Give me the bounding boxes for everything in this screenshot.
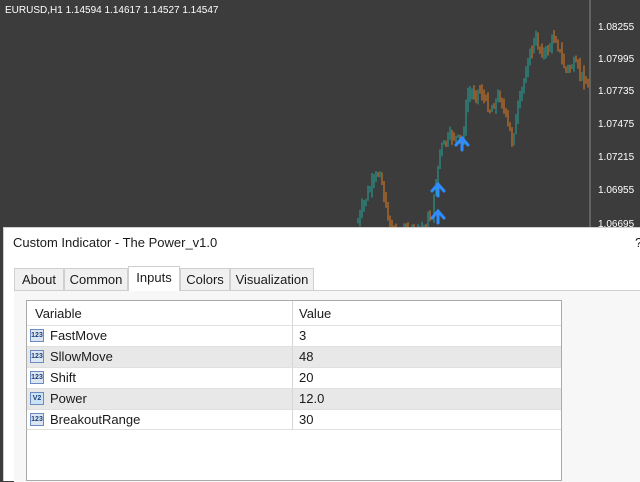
integer-type-icon: 123 xyxy=(30,371,44,384)
price-tick-4: 1.07475 xyxy=(598,119,635,130)
variable-name: SllowMove xyxy=(50,349,113,364)
variable-name: BreakoutRange xyxy=(50,412,141,427)
buy-signal-arrow-icon xyxy=(454,135,470,152)
tab-about[interactable]: About xyxy=(14,268,64,290)
value-cell[interactable]: 30 xyxy=(299,412,313,427)
table-row[interactable]: 123 FastMove 3 xyxy=(27,325,561,346)
column-header-variable[interactable]: Variable xyxy=(27,301,293,325)
variable-name: Shift xyxy=(50,370,77,385)
inputs-grid: Variable Value 123 FastMove 3 123 SllowM… xyxy=(26,300,562,481)
table-row[interactable]: 123 Shift 20 xyxy=(27,367,561,388)
price-tick-1: 1.08255 xyxy=(598,22,635,33)
variable-cell: 123 FastMove xyxy=(27,326,293,346)
price-chart[interactable]: 1.08255 1.07995 1.07735 1.07475 1.07215 … xyxy=(0,0,640,230)
dialog-title: Custom Indicator - The Power_v1.0 xyxy=(13,235,218,250)
variable-name: Power xyxy=(50,391,87,406)
variable-cell: 123 Shift xyxy=(27,368,293,388)
tab-visualization[interactable]: Visualization xyxy=(230,268,314,290)
variable-cell: 123 SllowMove xyxy=(27,347,293,367)
candles-group xyxy=(357,30,589,230)
price-tick-3: 1.07735 xyxy=(598,86,635,97)
tab-common[interactable]: Common xyxy=(64,268,128,290)
candlestick-chart: 1.08255 1.07995 1.07735 1.07475 1.07215 … xyxy=(357,0,635,230)
table-row[interactable]: 123 SllowMove 48 xyxy=(27,346,561,367)
symbol-ohlc-label: EURUSD,H1 1.14594 1.14617 1.14527 1.1454… xyxy=(5,5,219,16)
tab-colors[interactable]: Colors xyxy=(180,268,230,290)
signal-arrows-group xyxy=(430,135,470,225)
value-cell[interactable]: 20 xyxy=(299,370,313,385)
value-cell[interactable]: 12.0 xyxy=(299,391,324,406)
help-button[interactable]: ? xyxy=(635,235,640,250)
price-tick-5: 1.07215 xyxy=(598,152,635,163)
table-row[interactable]: V2 Power 12.0 xyxy=(27,388,561,409)
column-header-value[interactable]: Value xyxy=(293,301,561,325)
tab-inputs[interactable]: Inputs xyxy=(128,266,180,291)
variable-cell: V2 Power xyxy=(27,389,293,409)
custom-indicator-dialog: Custom Indicator - The Power_v1.0 ? Abou… xyxy=(3,227,640,482)
variable-name: FastMove xyxy=(50,328,108,343)
integer-type-icon: 123 xyxy=(30,329,44,342)
integer-type-icon: 123 xyxy=(30,413,44,426)
buy-signal-arrow-icon xyxy=(430,181,446,198)
table-row[interactable]: 123 BreakoutRange 30 xyxy=(27,409,561,430)
variable-cell: 123 BreakoutRange xyxy=(27,410,293,430)
value-cell[interactable]: 3 xyxy=(299,328,306,343)
double-type-icon: V2 xyxy=(30,392,44,405)
price-tick-6: 1.06955 xyxy=(598,185,635,196)
value-cell[interactable]: 48 xyxy=(299,349,313,364)
price-tick-2: 1.07995 xyxy=(598,54,635,65)
integer-type-icon: 123 xyxy=(30,350,44,363)
price-axis-ticks: 1.08255 1.07995 1.07735 1.07475 1.07215 … xyxy=(598,22,635,230)
